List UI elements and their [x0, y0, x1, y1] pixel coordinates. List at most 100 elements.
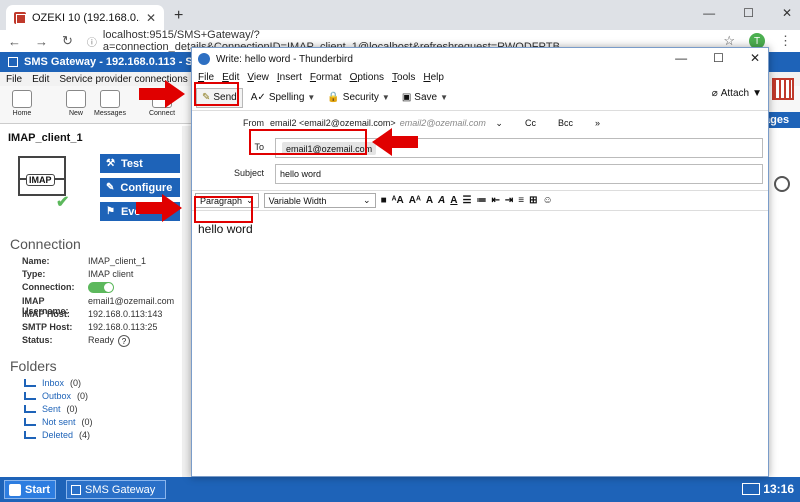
arrow-right-icon [139, 80, 185, 108]
outdent-icon[interactable]: ⇤ [491, 195, 499, 206]
annotation-box-body [194, 196, 253, 223]
detail-row: Type: IMAP client [22, 269, 134, 279]
tab-title: OZEKI 10 (192.168.0.113) [32, 11, 140, 24]
format-toolbar: Paragraph ⌄ Variable Width ⌄ ■ ᴬA Aᴬ A A A… [192, 191, 768, 211]
minimize-icon[interactable]: — [703, 6, 715, 20]
annotation-box-send [194, 82, 239, 106]
subject-label: Subject [233, 168, 264, 178]
subject-field[interactable]: hello word [275, 164, 763, 184]
trash-icon [24, 431, 36, 439]
subject-row: Subject hello word [192, 163, 770, 184]
compose-title: Write: hello word - Thunderbird [216, 53, 353, 65]
ozeki-favicon-icon [14, 11, 26, 24]
bcc-button[interactable]: Bcc [558, 118, 573, 129]
from-label: From [243, 118, 264, 128]
menu-help[interactable]: Help [423, 72, 444, 83]
bold-icon[interactable]: A [426, 195, 433, 206]
compose-title-bar: Write: hello word - Thunderbird — ☐ ✕ [192, 48, 768, 70]
chevron-down-icon[interactable]: ⌄ [495, 118, 503, 129]
chevron-down-icon[interactable]: ▼ [440, 93, 448, 102]
compose-menu: File Edit View Insert Format Options Too… [192, 70, 768, 85]
menu-options[interactable]: Options [350, 72, 384, 83]
flag-icon: ⚑ [106, 206, 115, 217]
chevron-down-icon[interactable]: ▼ [752, 88, 762, 99]
new-button[interactable]: New [62, 90, 90, 122]
help-icon[interactable]: ? [118, 335, 131, 347]
detail-row: IMAP Host: 192.168.0.113:143 [22, 309, 163, 319]
messages-button[interactable]: Messages [94, 90, 126, 122]
folder-item[interactable]: Not sent (0) [24, 417, 93, 427]
close-tab-icon[interactable]: ✕ [146, 11, 156, 25]
menu-dots-icon[interactable]: ⋮ [779, 33, 792, 49]
clock: 13:16 [763, 482, 794, 496]
from-select[interactable]: email2 <email2@ozemail.com> [270, 118, 396, 128]
attach-button[interactable]: ⌀ Attach ▼ [712, 88, 762, 99]
refresh-icon[interactable] [774, 176, 790, 192]
more-recipients-icon[interactable]: » [595, 118, 600, 129]
insert-icon[interactable]: ⊞ [529, 195, 537, 206]
bullet-list-icon[interactable]: ☰ [463, 195, 472, 206]
paperclip-icon: ⌀ [711, 88, 718, 99]
minimize-icon[interactable]: — [675, 51, 687, 65]
taskbar: Start SMS Gateway 13:16 [0, 477, 800, 502]
maximize-icon[interactable]: ☐ [713, 51, 724, 65]
spelling-button[interactable]: A✓ Spelling ▼ [247, 90, 320, 105]
emoji-icon[interactable]: ☺ [543, 195, 553, 206]
underline-icon[interactable]: A [450, 195, 457, 206]
folder-item[interactable]: Outbox (0) [24, 391, 88, 401]
app-menu-edit[interactable]: Edit [32, 74, 49, 85]
font-smaller-icon[interactable]: ᴬA [392, 195, 404, 206]
browser-tab[interactable]: OZEKI 10 (192.168.0.113) ✕ [6, 5, 164, 30]
compose-toolbar: ✎ Send A✓ Spelling ▼ 🔒 Security ▼ ▣ Save ▼ [192, 85, 768, 111]
menu-insert[interactable]: Insert [277, 72, 302, 83]
recipient-options: ⌄ Cc Bcc » [495, 118, 600, 129]
font-select[interactable]: Variable Width ⌄ [263, 193, 376, 208]
folder-item[interactable]: Sent (0) [24, 404, 78, 414]
new-tab-icon[interactable]: + [174, 7, 183, 25]
compose-window-controls: — ☐ ✕ [675, 51, 760, 65]
wrench-icon: ⚒ [106, 158, 115, 169]
arrow-left-icon [372, 128, 418, 156]
connection-toggle[interactable] [88, 282, 114, 293]
start-button[interactable]: Start [4, 480, 56, 499]
test-button[interactable]: ⚒ Test [100, 154, 180, 173]
annotation-box-to [249, 129, 367, 155]
wrench-icon: ✎ [106, 182, 115, 193]
app-menu-file[interactable]: File [6, 74, 22, 85]
taskbar-item-sms-gateway[interactable]: SMS Gateway [66, 480, 166, 499]
connection-heading: Connection [10, 236, 81, 252]
reload-icon[interactable]: ↻ [62, 33, 73, 49]
chevron-down-icon[interactable]: ▼ [382, 93, 390, 102]
home-button[interactable]: Home [8, 90, 36, 122]
from-hint: email2@ozemail.com [399, 118, 486, 128]
folder-item[interactable]: Inbox (0) [24, 378, 81, 388]
keyboard-icon[interactable] [742, 483, 760, 495]
numbered-list-icon[interactable]: ≔ [476, 195, 486, 206]
save-button[interactable]: ▣ Save ▼ [398, 90, 452, 105]
folder-item[interactable]: Deleted (4) [24, 430, 90, 440]
align-icon[interactable]: ≡ [518, 195, 524, 206]
chevron-down-icon[interactable]: ▼ [307, 93, 315, 102]
outbox-icon [24, 392, 36, 400]
inbox-icon [24, 379, 36, 387]
forward-icon[interactable]: → [35, 34, 48, 49]
security-button[interactable]: 🔒 Security ▼ [323, 90, 394, 105]
maximize-icon[interactable]: ☐ [743, 6, 754, 20]
sent-icon [24, 405, 36, 413]
cc-button[interactable]: Cc [525, 118, 536, 129]
text-color-icon[interactable]: ■ [381, 195, 387, 206]
menu-format[interactable]: Format [310, 72, 342, 83]
browser-tabbar: OZEKI 10 (192.168.0.113) ✕ + — ☐ ✕ [0, 0, 800, 30]
close-icon[interactable]: ✕ [782, 6, 792, 20]
font-larger-icon[interactable]: Aᴬ [409, 195, 421, 206]
sidebar: IMAP_client_1 IMAP ✔ ⚒ Test ✎ Configure ⚑ E… [0, 126, 182, 477]
indent-icon[interactable]: ⇥ [505, 195, 513, 206]
close-icon[interactable]: ✕ [750, 51, 760, 65]
italic-icon[interactable]: A [438, 195, 445, 206]
menu-view[interactable]: View [247, 72, 269, 83]
message-body[interactable]: hello word [192, 218, 768, 476]
imap-envelope-icon: IMAP [18, 156, 66, 196]
lock-icon: 🔒 [327, 92, 340, 103]
menu-tools[interactable]: Tools [392, 72, 415, 83]
back-icon[interactable]: ← [8, 34, 21, 49]
